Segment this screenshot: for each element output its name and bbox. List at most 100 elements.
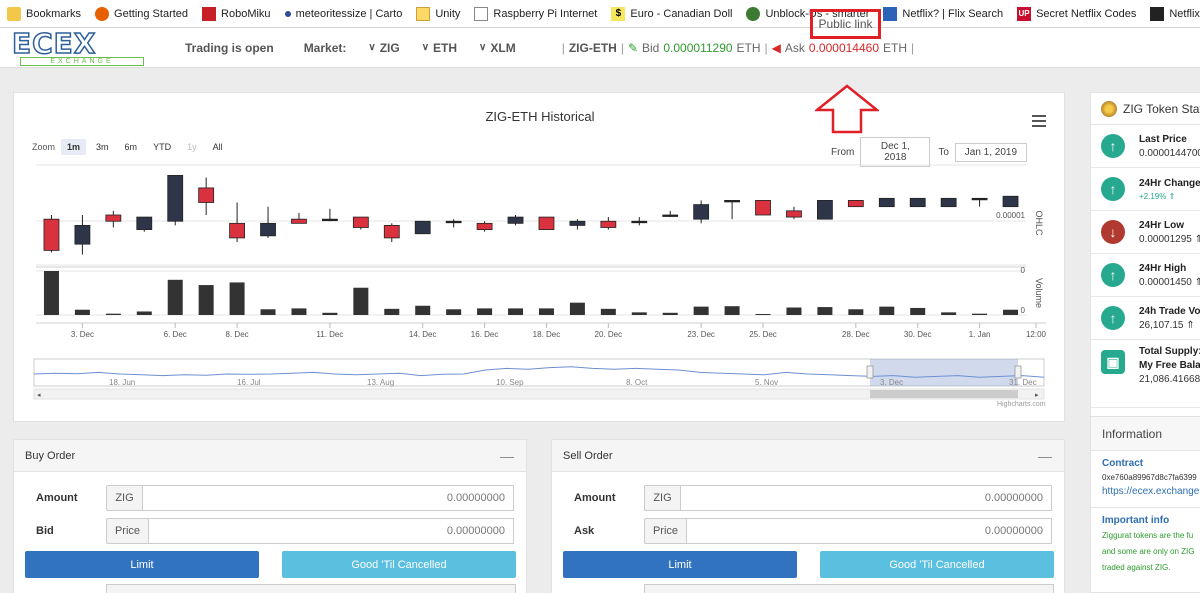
sell-ask-label: Ask: [574, 525, 595, 537]
market-xlm-dropdown[interactable]: ∨ XLM: [479, 41, 516, 55]
volume-bar: [724, 306, 740, 315]
volume-bar: [415, 305, 431, 315]
chart-panel: 0.00001 OHLC 0 0 Volume 3. Dec 6. Dec 8. Dec 11.…: [13, 92, 1065, 422]
candle-body: [600, 220, 617, 228]
ecex-logo[interactable]: ECEX EXCHANGE: [11, 28, 152, 66]
zoom-button-3m[interactable]: 3m: [90, 139, 115, 155]
contract-link[interactable]: https://ecex.exchange: [1091, 486, 1200, 497]
zoom-controls: Zoom 1m 3m 6m YTD 1y All: [32, 139, 233, 155]
navigator-label: 8. Oct: [626, 378, 648, 387]
high-icon: ↑: [1101, 263, 1125, 287]
market-eth-dropdown[interactable]: ∨ ETH: [422, 41, 457, 55]
buy-price-input[interactable]: 0.00000000: [148, 518, 514, 544]
candle-body: [229, 222, 245, 239]
volume-bar: [879, 306, 895, 315]
to-date-input[interactable]: Jan 1, 2019: [954, 142, 1027, 162]
x-axis-label: 6. Dec: [164, 330, 187, 339]
volume-bar: [817, 307, 833, 315]
sell-amount-input[interactable]: 0.00000000: [680, 485, 1052, 511]
highcharts-credit[interactable]: Highcharts.com: [997, 401, 1046, 408]
stat-label: 24Hr Low: [1139, 219, 1185, 231]
bid-value: 0.000011290: [663, 40, 733, 55]
market-zig-dropdown[interactable]: ∨ ZIG: [368, 41, 399, 55]
volume-bar: [198, 285, 214, 315]
red-arrow-annotation-icon: [815, 84, 879, 134]
important-info-line: Ziggurat tokens are the fu: [1102, 531, 1194, 540]
chevron-down-icon: ∨: [368, 42, 376, 53]
hamburger-menu-icon[interactable]: [1032, 115, 1046, 127]
sell-gtc-button[interactable]: Good 'Til Cancelled: [820, 551, 1054, 578]
volume-bar: [229, 282, 245, 315]
candle-body: [167, 175, 184, 222]
collapse-icon[interactable]: —: [1038, 448, 1052, 464]
bookmark-label: Getting Started: [114, 7, 189, 20]
from-label: From: [831, 146, 855, 158]
zoom-button-all[interactable]: All: [207, 139, 229, 155]
bookmark-item[interactable]: meteoritessize | Carto: [278, 0, 410, 27]
zoom-button-ytd[interactable]: YTD: [147, 139, 177, 155]
bid-label: Bid: [642, 40, 660, 55]
sell-amount-label: Amount: [574, 492, 616, 504]
robomiku-icon: [202, 6, 217, 21]
bookmark-item[interactable]: Netflix - full list of m: [1143, 0, 1200, 27]
sell-amount-addon: ZIG: [644, 485, 680, 511]
buy-limit-button[interactable]: Limit: [25, 551, 259, 578]
date-range: From Dec 1, 2018 To Jan 1, 2019: [831, 137, 1035, 167]
flix-icon: [883, 6, 898, 21]
sell-price-input[interactable]: 0.00000000: [686, 518, 1052, 544]
volume-bar: [1003, 309, 1019, 315]
bookmark-item[interactable]: Bookmarks: [0, 0, 88, 27]
x-axis-label: 14. Dec: [409, 330, 437, 339]
contract-address: 0xe760a89967d8c7fa6399: [1102, 473, 1197, 482]
x-axis-label: 3. Dec: [71, 330, 94, 339]
bookmark-item[interactable]: Raspberry Pi Internet: [467, 0, 604, 27]
candle-body: [1002, 195, 1019, 208]
volume-bar: [755, 314, 771, 315]
volume-icon: ↑: [1101, 306, 1125, 330]
buy-extra-field[interactable]: [106, 584, 516, 593]
candle-body: [105, 214, 122, 222]
bookmark-item[interactable]: Unity: [409, 0, 467, 27]
public-link-button[interactable]: Public link: [810, 9, 881, 39]
zoom-button-1y[interactable]: 1y: [181, 139, 203, 155]
market-label: Market:: [303, 40, 347, 55]
buy-gtc-button[interactable]: Good 'Til Cancelled: [282, 551, 516, 578]
collapse-icon[interactable]: —: [500, 448, 514, 464]
bookmark-item[interactable]: $ Euro - Canadian Doll: [604, 0, 739, 27]
buy-amount-label: Amount: [36, 492, 78, 504]
total-supply-stat: ▣ Total Supply: My Free Balance 21,086.4…: [1091, 340, 1200, 408]
up-icon: UP: [1017, 6, 1032, 21]
from-date-input[interactable]: Dec 1, 2018: [860, 137, 931, 167]
stat-row: ↑ 24h Trade Volume 26,107.15 ⇑: [1091, 297, 1200, 340]
zoom-button-1m[interactable]: 1m: [61, 139, 87, 155]
candle-body: [971, 197, 988, 201]
volume-bar: [693, 306, 709, 315]
navigator-label: 16. Jul: [237, 378, 261, 387]
ohlc-axis-tick: 0.00001: [996, 211, 1025, 220]
volume-bar: [662, 312, 678, 315]
x-axis-label: 18. Dec: [533, 330, 561, 339]
sell-extra-field[interactable]: [644, 584, 1054, 593]
to-label: To: [938, 146, 949, 158]
bookmark-label: Raspberry Pi Internet: [493, 7, 598, 20]
x-axis-label: 23. Dec: [687, 330, 715, 339]
bookmark-item[interactable]: Getting Started: [88, 0, 195, 27]
volume-bar: [291, 308, 307, 315]
candle-body: [909, 197, 926, 208]
buy-amount-input[interactable]: 0.00000000: [142, 485, 514, 511]
supply-label: Total Supply:: [1139, 346, 1200, 357]
information-panel: Information Contract 0xe760a89967d8c7fa6…: [1090, 416, 1200, 593]
volume-bar: [477, 308, 493, 315]
ask-value: 0.000014460: [808, 40, 879, 55]
bookmark-item[interactable]: RoboMiku: [195, 0, 278, 27]
sell-order-panel: Sell Order — Amount ZIG 0.00000000 Ask Pr…: [551, 439, 1065, 593]
candle-body: [538, 216, 555, 230]
navigator-label: 3. Dec: [880, 378, 903, 387]
bookmark-item[interactable]: Netflix? | Flix Search: [876, 0, 1010, 27]
bookmark-item[interactable]: UP Secret Netflix Codes: [1010, 0, 1143, 27]
volume-bar: [167, 279, 183, 315]
folder-icon: [7, 6, 21, 21]
sell-limit-button[interactable]: Limit: [563, 551, 797, 578]
zoom-button-6m[interactable]: 6m: [119, 139, 144, 155]
stat-value: 0.00001447000: [1139, 147, 1200, 159]
